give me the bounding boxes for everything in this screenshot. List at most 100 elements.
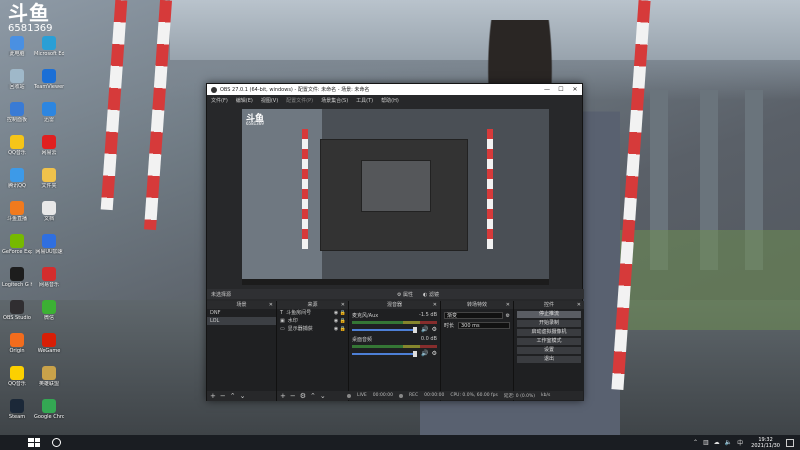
volume-slider[interactable]: [352, 328, 414, 331]
virtual-camera-button[interactable]: 启动虚拟摄像机: [517, 329, 581, 336]
notification-icon[interactable]: [786, 438, 794, 447]
dock-close-icon[interactable]: ✕: [433, 301, 437, 309]
menu-scene-collection[interactable]: 场景集合(S): [321, 97, 348, 104]
desktop-icon[interactable]: 腾讯QQ: [2, 168, 32, 189]
desktop-icon[interactable]: 英雄联盟: [34, 366, 64, 387]
close-icon[interactable]: ✕: [568, 86, 582, 93]
add-icon[interactable]: +: [210, 392, 216, 400]
obs-preview[interactable]: 斗鱼 6581369: [242, 109, 549, 285]
document-icon: [42, 201, 56, 215]
up-icon[interactable]: ⌃: [310, 392, 316, 400]
start-windows-icon[interactable]: [28, 438, 40, 447]
taskbar-clock[interactable]: 19:32 2021/11/30: [751, 437, 780, 449]
desktop-icon[interactable]: Origin: [2, 333, 32, 354]
netease-icon: [42, 135, 56, 149]
source-item[interactable]: T 斗鱼房间号 ◉ 🔒: [277, 309, 348, 317]
exit-button[interactable]: 退出: [517, 356, 581, 363]
dock-close-icon[interactable]: ✕: [341, 301, 345, 309]
uu-icon: [42, 234, 56, 248]
cortana-icon[interactable]: [52, 438, 61, 447]
desktop-icon[interactable]: 控制面板: [2, 102, 32, 123]
duration-input[interactable]: 300 ms: [458, 322, 510, 329]
preview-pole: [302, 129, 308, 249]
desktop-icon[interactable]: Microsoft Edge: [34, 36, 64, 57]
transition-type[interactable]: 渐变 ⚙: [444, 312, 510, 319]
desktop-icon[interactable]: Steam: [2, 399, 32, 420]
menu-file[interactable]: 文件(F): [211, 97, 228, 104]
add-icon[interactable]: +: [280, 392, 286, 400]
scene-item[interactable]: LOL: [207, 317, 276, 325]
menu-profile[interactable]: 配置文件(P): [286, 97, 313, 104]
desktop-icon[interactable]: 网易云: [34, 135, 64, 156]
dock-close-icon[interactable]: ✕: [269, 301, 273, 309]
obs-menubar: 文件(F) 编辑(E) 视图(V) 配置文件(P) 场景集合(S) 工具(T) …: [207, 95, 582, 105]
desktop-icon[interactable]: TeamViewer: [34, 69, 64, 90]
desktop-icon[interactable]: 网易UU加速: [34, 234, 64, 255]
desktop-icon[interactable]: Logitech G HUB: [2, 267, 32, 288]
desktop-icon[interactable]: 文档: [34, 201, 64, 222]
ime-icon[interactable]: 中: [737, 438, 743, 447]
dock-close-icon[interactable]: ✕: [577, 301, 581, 309]
image-icon: ▣: [280, 318, 285, 324]
eye-icon[interactable]: ◉ 🔒: [334, 325, 346, 333]
gear-icon[interactable]: ⚙: [432, 326, 437, 333]
desktop-icon[interactable]: QQ音乐: [2, 135, 32, 156]
dock-close-icon[interactable]: ✕: [506, 301, 510, 309]
scene-item[interactable]: DNF: [207, 309, 276, 317]
desktop-icon[interactable]: QQ音乐: [2, 366, 32, 387]
eye-icon[interactable]: ◉ 🔒: [334, 317, 346, 325]
desktop-icon[interactable]: GeForce Experience: [2, 234, 32, 255]
volume-icon[interactable]: 🔈: [725, 439, 732, 446]
cloud-icon[interactable]: ☁: [714, 439, 720, 446]
mixer-header: 混音器 ✕: [349, 301, 440, 309]
gear-icon[interactable]: ⚙: [300, 392, 306, 400]
chevron-up-icon[interactable]: ⌃: [693, 439, 698, 446]
desktop-icon[interactable]: 回收站: [2, 69, 32, 90]
menu-edit[interactable]: 编辑(E): [236, 97, 253, 104]
speaker-icon[interactable]: 🔊: [421, 350, 428, 357]
studio-mode-button[interactable]: 工作室模式: [517, 338, 581, 345]
slider-knob[interactable]: [413, 350, 418, 357]
volume-meter: [352, 321, 437, 324]
network-icon[interactable]: ▥: [703, 439, 709, 446]
desktop-icon[interactable]: 文件夹: [34, 168, 64, 189]
lol-icon: [42, 366, 56, 380]
speaker-icon[interactable]: 🔊: [421, 326, 428, 333]
desktop-icon-label: 文件夹: [41, 183, 57, 189]
remove-icon[interactable]: −: [220, 392, 226, 400]
slider-knob[interactable]: [413, 326, 418, 333]
menu-help[interactable]: 帮助(H): [381, 97, 399, 104]
minimize-icon[interactable]: —: [540, 86, 554, 93]
volume-slider[interactable]: [352, 352, 414, 355]
desktop-icon[interactable]: 网易音乐: [34, 267, 64, 288]
eye-icon[interactable]: ◉ 🔒: [334, 309, 346, 317]
gear-icon[interactable]: ⚙: [506, 313, 510, 319]
mixer-channel: 桌面音频 0.0 dB 🔊 ⚙: [349, 333, 440, 357]
gear-icon[interactable]: ⚙: [432, 350, 437, 357]
start-recording-button[interactable]: 开始录制: [517, 320, 581, 327]
desktop-icon[interactable]: WeGame: [34, 333, 64, 354]
menu-tools[interactable]: 工具(T): [356, 97, 373, 104]
desktop-icon[interactable]: 斗鱼直播: [2, 201, 32, 222]
remove-icon[interactable]: −: [290, 392, 296, 400]
stop-streaming-button[interactable]: 停止推流: [517, 311, 581, 318]
transition-select[interactable]: 渐变: [444, 312, 503, 319]
desktop-icon[interactable]: Google Chrome: [34, 399, 64, 420]
up-icon[interactable]: ⌃: [230, 392, 236, 400]
settings-button[interactable]: 设置: [517, 347, 581, 354]
down-icon[interactable]: ⌄: [320, 392, 326, 400]
source-item[interactable]: ▣ 水印 ◉ 🔒: [277, 317, 348, 325]
desktop-icon[interactable]: OBS Studio: [2, 300, 32, 321]
maximize-icon[interactable]: ☐: [554, 86, 568, 93]
filters-button[interactable]: ◐ 滤镜: [423, 291, 439, 298]
cpu-status: CPU: 0.0%, 60.00 fps: [450, 393, 498, 398]
properties-button[interactable]: ⚙ 属性: [397, 291, 413, 298]
source-item[interactable]: ▭ 显示器捕获 ◉ 🔒: [277, 325, 348, 333]
desktop-icon[interactable]: 迅雷: [34, 102, 64, 123]
down-icon[interactable]: ⌄: [240, 392, 246, 400]
menu-view[interactable]: 视图(V): [261, 97, 278, 104]
obs-titlebar[interactable]: OBS 27.0.1 (64-bit, windows) - 配置文件: 未命名…: [207, 84, 582, 95]
obs-window[interactable]: OBS 27.0.1 (64-bit, windows) - 配置文件: 未命名…: [206, 83, 584, 401]
desktop-icon[interactable]: 此电脑: [2, 36, 32, 57]
desktop-icon[interactable]: 微信: [34, 300, 64, 321]
